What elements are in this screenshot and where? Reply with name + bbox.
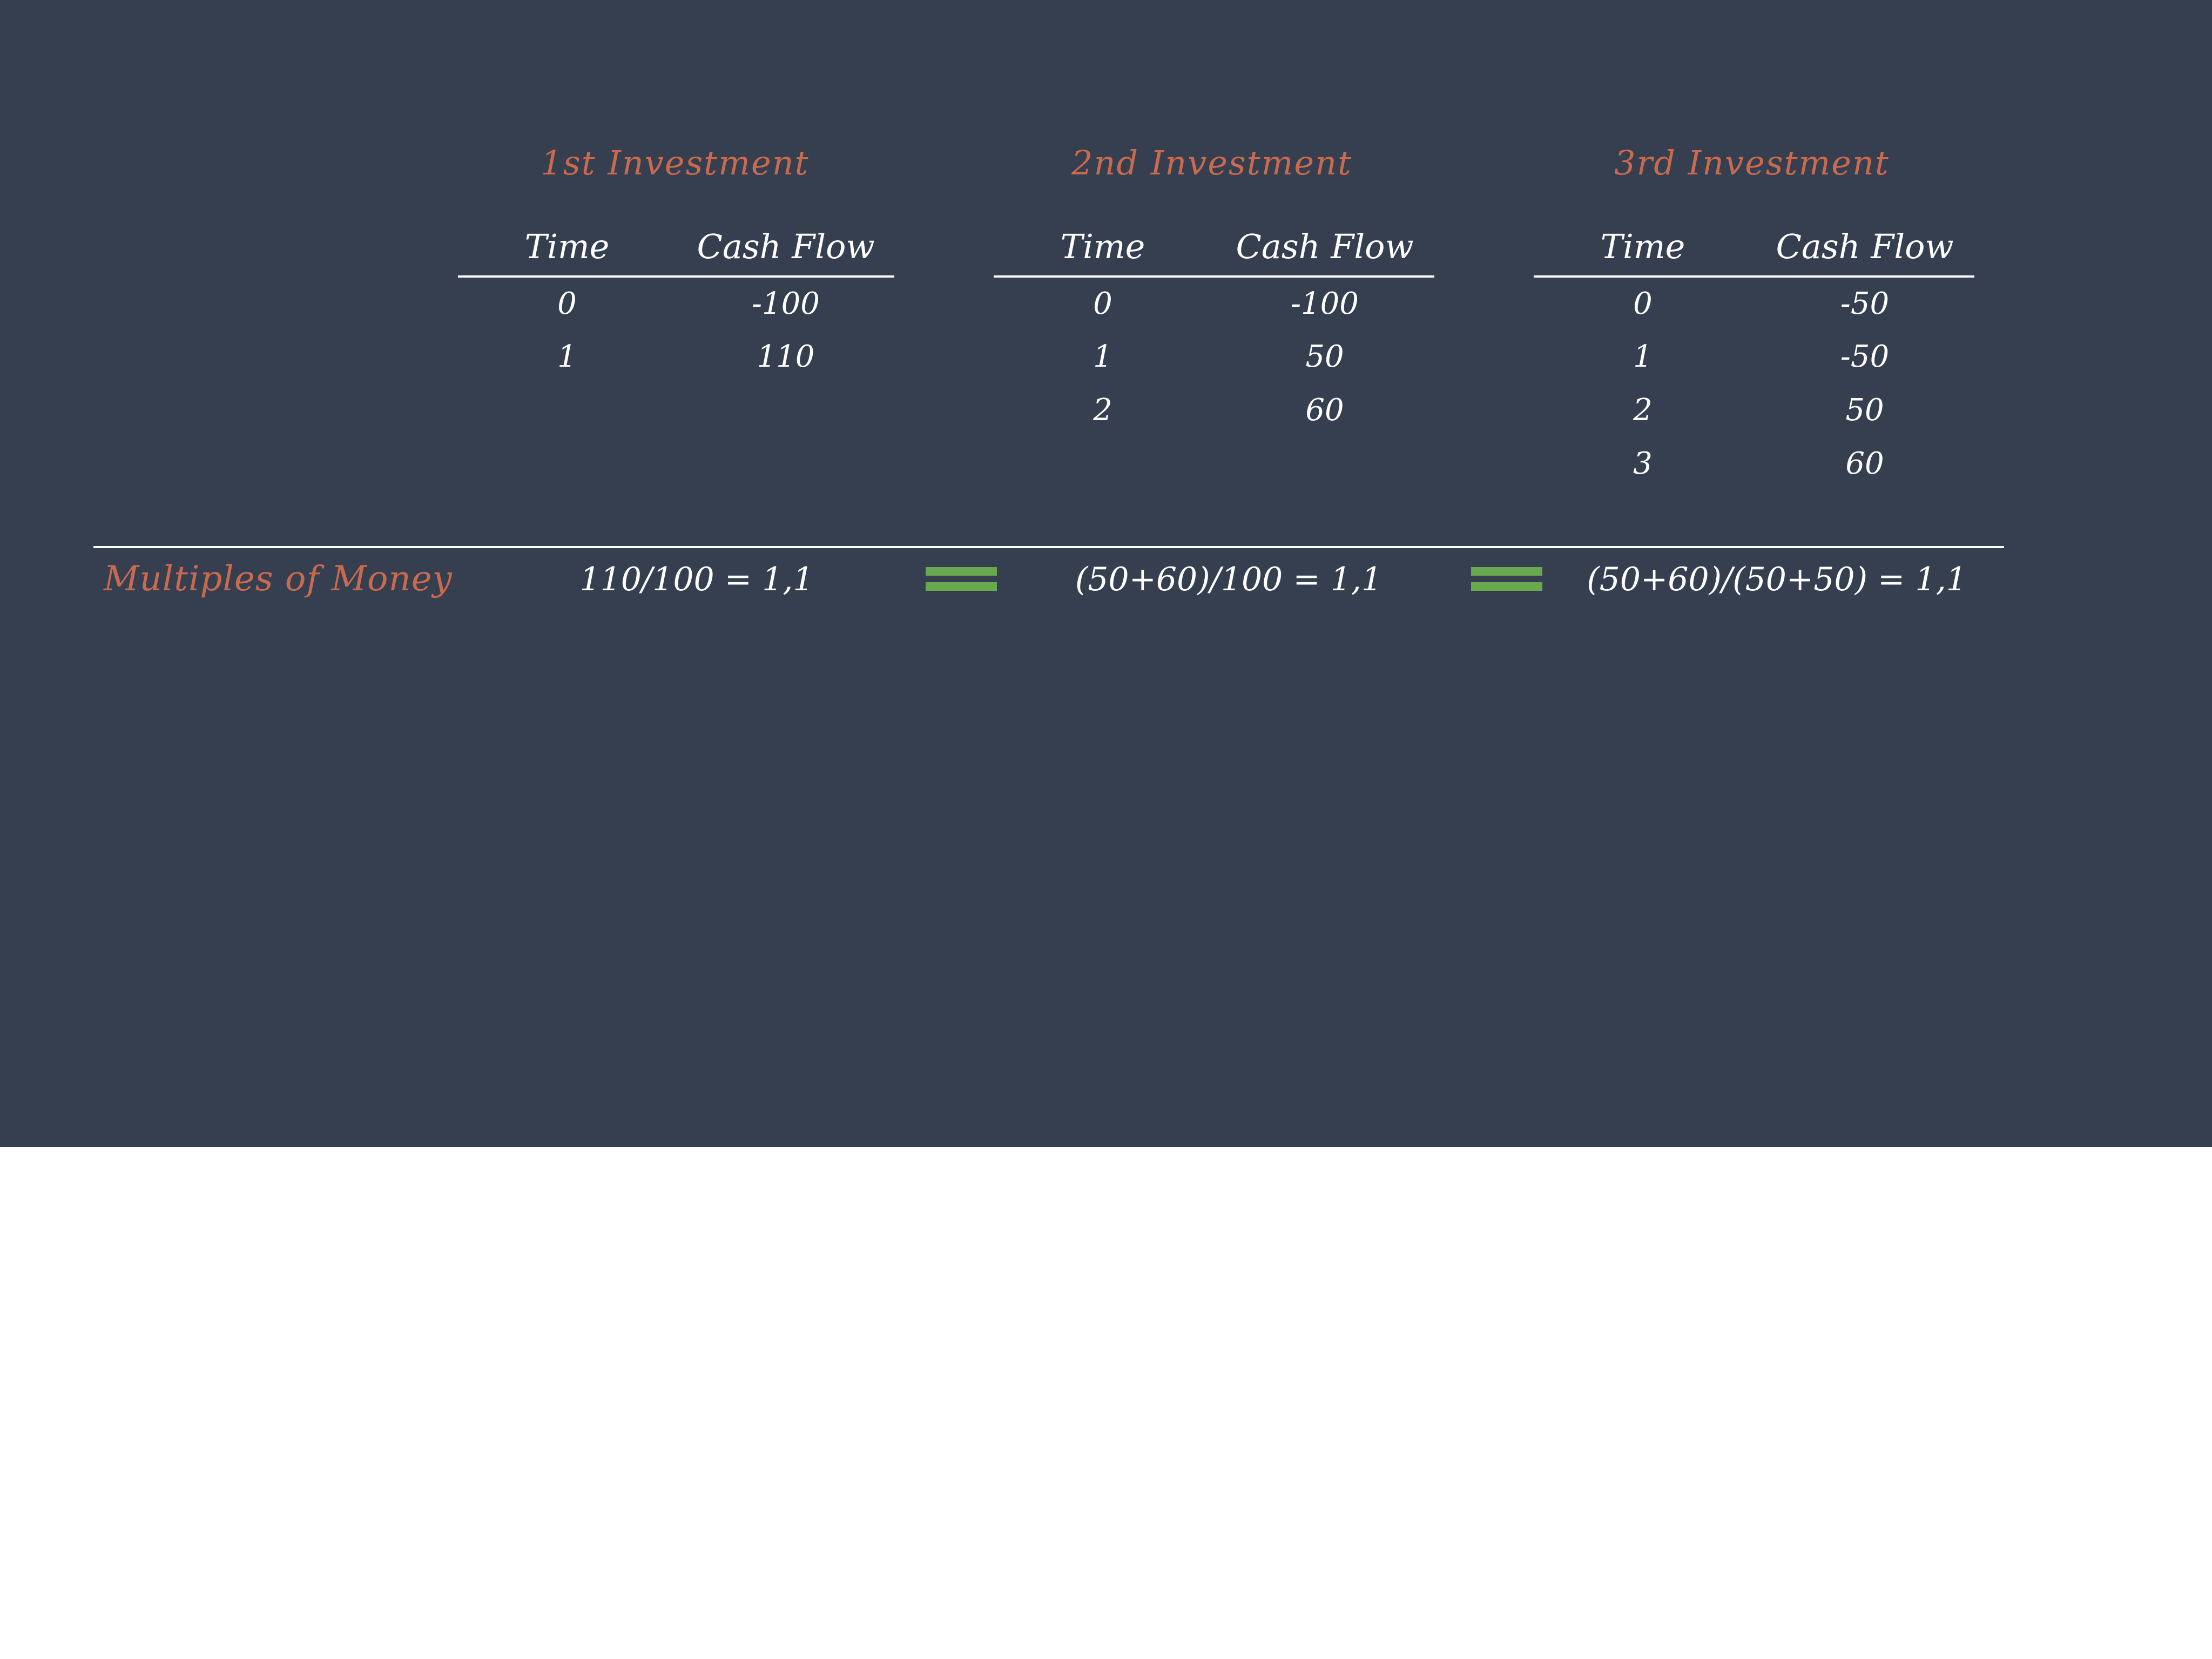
investment-2-header-time: Time bbox=[1060, 227, 1145, 266]
investment-2-row-2-time: 2 bbox=[1093, 393, 1112, 428]
investment-2-row-1-cashflow: 50 bbox=[1305, 339, 1344, 374]
investment-1-title: 1st Investment bbox=[541, 143, 810, 183]
investment-3-row-3-cashflow: 60 bbox=[1845, 446, 1884, 481]
investment-3-header-rule bbox=[1534, 275, 1974, 278]
investment-3-header-time: Time bbox=[1600, 227, 1685, 266]
investment-2-row-1-time: 1 bbox=[1093, 339, 1112, 374]
investment-1-row-0-time: 0 bbox=[557, 286, 577, 321]
investment-3-row-0-time: 0 bbox=[1633, 286, 1653, 321]
investment-1-header-time: Time bbox=[524, 227, 610, 266]
investment-3-row-0-cashflow: -50 bbox=[1840, 286, 1890, 321]
double-bar-equals-icon bbox=[926, 567, 997, 594]
investment-1-header-rule bbox=[458, 275, 894, 278]
double-bar-equals-icon bbox=[1471, 567, 1542, 594]
investment-2-header-cashflow: Cash Flow bbox=[1236, 227, 1414, 266]
investment-1-row-1-time: 1 bbox=[557, 339, 577, 374]
investment-3-row-3-time: 3 bbox=[1633, 446, 1653, 481]
multiple-formula-1: 110/100 = 1,1 bbox=[579, 561, 814, 598]
slide: 1st Investment Time Cash Flow 0 -100 1 1… bbox=[0, 0, 2212, 1147]
investment-2-row-0-cashflow: -100 bbox=[1291, 286, 1359, 321]
investment-1-row-0-cashflow: -100 bbox=[752, 286, 820, 321]
multiples-divider bbox=[93, 546, 2004, 548]
investment-2-row-2-cashflow: 60 bbox=[1305, 393, 1344, 428]
investment-1-row-1-cashflow: 110 bbox=[757, 339, 815, 374]
multiple-formula-2: (50+60)/100 = 1,1 bbox=[1075, 561, 1382, 598]
investment-2-header-rule bbox=[994, 275, 1434, 278]
multiple-formula-3: (50+60)/(50+50) = 1,1 bbox=[1587, 561, 1967, 598]
investment-3-row-2-cashflow: 50 bbox=[1845, 393, 1884, 428]
investment-3-row-1-cashflow: -50 bbox=[1840, 339, 1890, 374]
investment-2-row-0-time: 0 bbox=[1093, 286, 1112, 321]
multiples-label: Multiples of Money bbox=[104, 559, 453, 599]
investment-3-row-1-time: 1 bbox=[1633, 339, 1653, 374]
investment-3-title: 3rd Investment bbox=[1614, 143, 1890, 183]
investment-2-title: 2nd Investment bbox=[1071, 143, 1352, 183]
investment-3-row-2-time: 2 bbox=[1633, 393, 1653, 428]
investment-1-header-cashflow: Cash Flow bbox=[697, 227, 875, 266]
investment-3-header-cashflow: Cash Flow bbox=[1776, 227, 1954, 266]
